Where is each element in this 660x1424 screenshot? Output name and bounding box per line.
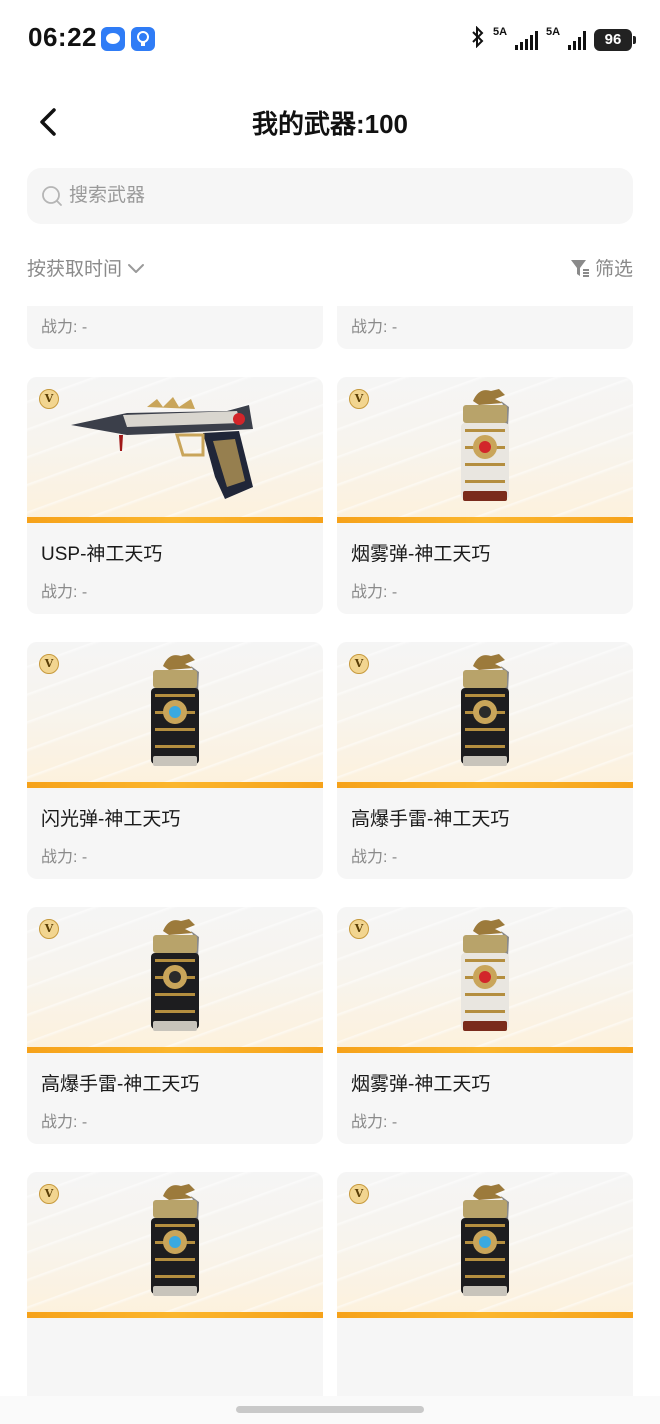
vip-badge-icon: V <box>349 1184 369 1204</box>
signal-sim2-icon: 5A <box>546 26 586 50</box>
vip-badge-icon: V <box>39 654 59 674</box>
weapon-image-area: V <box>337 907 633 1053</box>
message-notification-icon <box>101 27 125 51</box>
weapon-image-area: V <box>27 907 323 1053</box>
weapon-card[interactable]: 高爆手雷-神工天巧战力: - <box>337 306 633 349</box>
weapon-image <box>151 1184 199 1296</box>
weapon-list[interactable]: 闪光弹-神工天巧战力: -高爆手雷-神工天巧战力: -VUSP-神工天巧战力: … <box>0 306 660 1396</box>
weapon-name: USP-神工天巧 <box>41 544 163 565</box>
weapon-card[interactable]: V 高爆手雷-神工天巧战力: - <box>337 642 633 879</box>
weapon-image <box>461 389 509 501</box>
weapon-card[interactable]: V 烟雾弹-神工天巧战力: - <box>337 907 633 1144</box>
battery-indicator: 96 <box>594 28 636 51</box>
signal-sim1-icon: 5A <box>493 26 538 50</box>
weapon-image-area: V <box>337 1172 633 1318</box>
filter-button[interactable]: 筛选 <box>569 254 633 281</box>
weapon-image <box>461 919 509 1031</box>
weapon-card[interactable]: V 烟雾弹-神工天巧战力: - <box>337 377 633 614</box>
sim2-label: 5A <box>546 25 561 38</box>
sort-label: 按获取时间 <box>27 259 123 280</box>
vip-badge-icon: V <box>39 389 59 409</box>
weapon-power: 战力: - <box>41 319 88 336</box>
weapon-name: 闪光弹-神工天巧 <box>41 809 181 830</box>
sort-filter-row: 按获取时间 筛选 <box>27 250 633 284</box>
header: 我的武器:100 <box>0 90 660 150</box>
filter-funnel-icon <box>570 259 589 277</box>
weapon-card[interactable]: 闪光弹-神工天巧战力: - <box>27 306 323 349</box>
weapon-card[interactable]: V USP-神工天巧战力: - <box>27 377 323 614</box>
weapon-power: 战力: - <box>41 584 88 601</box>
vip-badge-icon: V <box>39 1184 59 1204</box>
weapon-power: 战力: - <box>351 584 398 601</box>
vip-badge-icon: V <box>349 654 369 674</box>
weapon-image <box>151 654 199 766</box>
status-bar: 06:22 5A 5A 96 <box>0 0 660 80</box>
sim1-label: 5A <box>493 25 508 38</box>
weapon-power: 战力: - <box>41 849 88 866</box>
status-time: 06:22 <box>28 22 97 52</box>
weapon-image <box>461 1184 509 1296</box>
page-title: 我的武器:100 <box>251 109 409 139</box>
weapon-power: 战力: - <box>351 1114 398 1131</box>
home-indicator <box>0 1396 660 1424</box>
weapon-name: 高爆手雷-神工天巧 <box>351 809 510 830</box>
weapon-card[interactable]: V <box>27 1172 323 1396</box>
weapon-name: 烟雾弹-神工天巧 <box>351 544 491 565</box>
weapon-image <box>151 919 199 1031</box>
filter-label: 筛选 <box>594 259 633 280</box>
weapon-image-area: V <box>27 642 323 788</box>
weapon-card[interactable]: V 闪光弹-神工天巧战力: - <box>27 642 323 879</box>
weapon-image-area: V <box>337 642 633 788</box>
weapon-power: 战力: - <box>41 1114 88 1131</box>
bluetooth-icon <box>471 25 485 53</box>
weapon-power: 战力: - <box>351 849 398 866</box>
weapon-image <box>71 397 253 499</box>
weapon-name: 烟雾弹-神工天巧 <box>351 1074 491 1095</box>
weapon-image <box>461 654 509 766</box>
vip-badge-icon: V <box>349 919 369 939</box>
search-input[interactable] <box>69 168 609 224</box>
search-bar[interactable] <box>27 168 633 224</box>
home-bar[interactable] <box>236 1406 424 1413</box>
lightbulb-notification-icon <box>131 27 155 51</box>
weapon-power: 战力: - <box>351 319 398 336</box>
weapon-name: 高爆手雷-神工天巧 <box>41 1074 200 1095</box>
weapon-card[interactable]: V 高爆手雷-神工天巧战力: - <box>27 907 323 1144</box>
sort-dropdown[interactable]: 按获取时间 <box>27 254 146 281</box>
search-icon <box>41 185 63 207</box>
weapon-image-area: V <box>337 377 633 523</box>
weapon-card[interactable]: V <box>337 1172 633 1396</box>
chevron-down-icon <box>128 263 145 273</box>
weapon-image-area: V <box>27 1172 323 1318</box>
vip-badge-icon: V <box>39 919 59 939</box>
weapon-image-area: V <box>27 377 323 523</box>
vip-badge-icon: V <box>349 389 369 409</box>
